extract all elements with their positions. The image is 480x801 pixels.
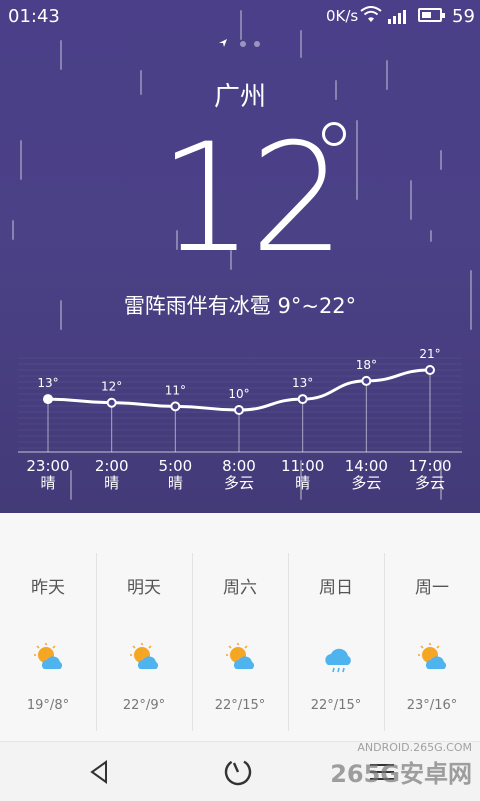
temperature-point [170, 401, 181, 412]
rain-streak [70, 470, 72, 500]
temperature-label: 13° [37, 376, 58, 390]
daily-forecast: 昨天 19°/8° 明天 22°/9° 周六 22°/15° 周日 22°/15… [0, 513, 480, 741]
temperature-label: 21° [419, 347, 440, 361]
page-dot[interactable] [254, 41, 260, 47]
temperature-label: 18° [356, 358, 377, 372]
hour-label: 14:00 [345, 457, 388, 475]
day-card-monday[interactable]: 周一 23°/16° [384, 553, 480, 731]
day-card-saturday[interactable]: 周六 22°/15° [192, 553, 288, 731]
partly-cloudy-icon [418, 643, 447, 669]
day-temp-range: 22°/15° [310, 698, 362, 713]
temperature-label: 12° [101, 380, 122, 394]
rain-streak [410, 180, 412, 220]
day-card-sunday[interactable]: 周日 22°/15° [288, 553, 384, 731]
temperature-point [43, 394, 53, 405]
rain-streak [230, 250, 232, 270]
signal-icon [388, 10, 406, 24]
hour-weather-label: 多云 [351, 474, 381, 492]
temperature-point [106, 397, 117, 408]
rain-streak [176, 230, 178, 250]
rain-streak [60, 300, 62, 330]
hour-label: 5:00 [158, 457, 192, 475]
rain-streak [240, 10, 242, 40]
hour-weather-label: 多云 [224, 474, 254, 492]
hour-label: 2:00 [95, 457, 129, 475]
page-dot[interactable] [240, 41, 246, 47]
location-arrow-icon [219, 39, 227, 47]
rain-streak [60, 40, 62, 70]
battery-icon [418, 8, 445, 22]
temperature-label: 10° [228, 387, 249, 401]
wifi-icon [360, 6, 382, 22]
day-name: 周一 [415, 578, 449, 598]
back-icon[interactable] [84, 756, 116, 788]
city-name: 广州 [213, 82, 266, 112]
hour-label: 8:00 [222, 457, 256, 475]
hour-label: 23:00 [26, 457, 69, 475]
weather-hero: 01:43 0K/s 59 广州 12 雷阵雨伴有冰雹 9°~22° 13° 23… [0, 0, 480, 513]
rain-streak [356, 120, 358, 200]
temperature-point [425, 365, 435, 375]
day-name: 周日 [319, 578, 353, 598]
rain-streak [386, 60, 388, 90]
day-name: 昨天 [31, 578, 65, 598]
partly-cloudy-icon [130, 643, 159, 669]
day-temp-range: 19°/8° [26, 698, 70, 713]
status-time: 01:43 [8, 6, 60, 27]
rain-streak [440, 460, 442, 500]
partly-cloudy-icon [226, 643, 255, 669]
rain-streak [430, 230, 432, 242]
day-card-yesterday[interactable]: 昨天 19°/8° [0, 553, 96, 731]
day-temp-range: 22°/15° [214, 698, 266, 713]
rain-streak [300, 460, 302, 500]
rain-streak [20, 140, 22, 180]
rain-streak [300, 30, 302, 58]
degree-symbol [322, 122, 346, 146]
day-name: 周六 [223, 578, 257, 598]
network-speed: 0K/s [326, 7, 359, 25]
hour-label: 17:00 [408, 457, 451, 475]
home-icon[interactable] [222, 756, 254, 788]
battery-percent: 59 [452, 6, 475, 27]
partly-cloudy-icon [34, 643, 63, 669]
rain-streak [440, 150, 442, 170]
rain-streak [210, 200, 212, 250]
rain-streak [335, 80, 337, 100]
temperature-label: 13° [292, 376, 313, 390]
rain-cloud-icon [325, 648, 351, 673]
temperature-point [234, 405, 244, 415]
hour-weather-label: 晴 [295, 474, 310, 492]
rain-streak [140, 70, 142, 95]
condition-text: 雷阵雨伴有冰雹 9°~22° [123, 294, 357, 318]
day-temp-range: 23°/16° [406, 698, 458, 713]
watermark-brand: 265G安卓网 [330, 760, 472, 788]
day-card-tomorrow[interactable]: 明天 22°/9° [96, 553, 192, 731]
rain-streak [12, 220, 14, 240]
temperature-point [361, 375, 372, 386]
hour-label: 11:00 [281, 457, 324, 475]
temperature-point [297, 394, 308, 405]
hour-weather-label: 晴 [168, 474, 183, 492]
hour-weather-label: 晴 [40, 474, 55, 492]
day-name: 明天 [127, 578, 161, 598]
temperature-label: 11° [165, 383, 186, 397]
day-temp-range: 22°/9° [122, 698, 166, 713]
hourly-temperature-chart: 13°23:00晴12°2:00晴11°5:00晴10°8:00多云13°11:… [18, 347, 462, 492]
current-temperature: 12 [158, 112, 346, 286]
watermark-url: ANDROID.265G.COM [357, 741, 472, 754]
hour-weather-label: 晴 [104, 474, 119, 492]
watermark: ANDROID.265G.COM 265G安卓网 [330, 741, 472, 789]
rain-streak [470, 270, 472, 330]
